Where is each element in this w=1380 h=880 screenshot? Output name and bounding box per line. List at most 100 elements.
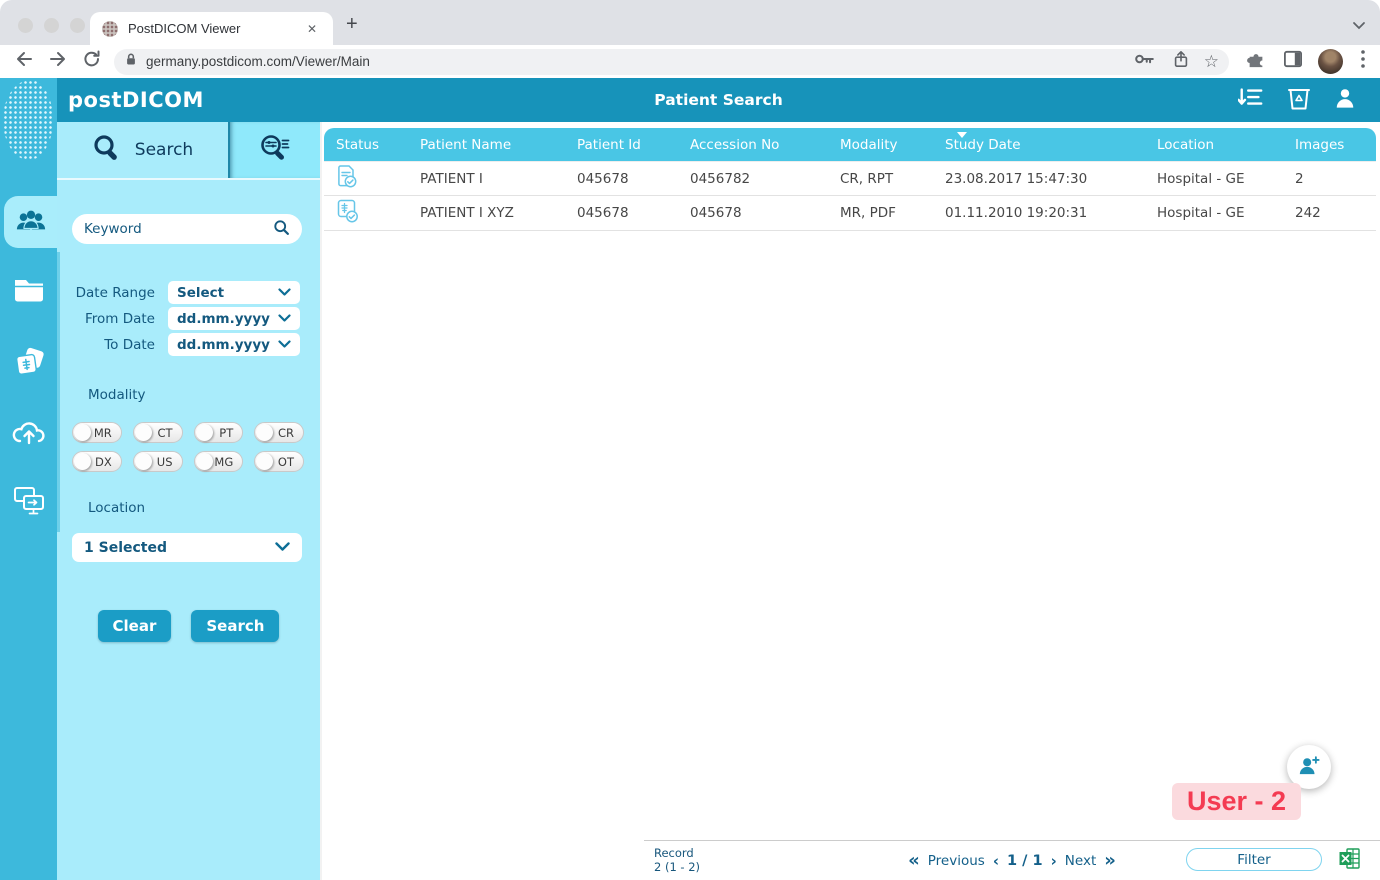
new-tab-button[interactable]: +	[346, 14, 358, 34]
brand-brain-logo	[3, 80, 53, 160]
account-person-icon[interactable]	[1334, 86, 1356, 114]
to-date-select[interactable]: dd.mm.yyyy	[168, 333, 300, 356]
to-date-label: To Date	[57, 337, 155, 353]
modality-toggle-mr[interactable]: MR	[72, 422, 122, 443]
page-title: Patient Search	[57, 91, 1380, 109]
tab-basic-search-label: Search	[135, 140, 193, 160]
search-button[interactable]: Search	[191, 610, 279, 642]
tab-basic-search[interactable]: Search	[57, 122, 228, 178]
from-date-select[interactable]: dd.mm.yyyy	[168, 307, 300, 330]
profile-avatar[interactable]	[1318, 49, 1343, 74]
column-modality[interactable]: Modality	[828, 137, 933, 153]
patients-group-icon	[15, 208, 47, 236]
modality-toggle-ot[interactable]: OT	[254, 451, 304, 472]
cell-images: 242	[1283, 205, 1376, 221]
modality-toggle-cr[interactable]: CR	[254, 422, 304, 443]
cell-patient-name: PATIENT I	[408, 171, 565, 187]
column-status[interactable]: Status	[324, 137, 408, 153]
tab-search-chevron-icon[interactable]	[1352, 18, 1366, 36]
report-status-icon	[336, 164, 358, 194]
address-bar[interactable]: germany.postdicom.com/Viewer/Main ☆	[114, 49, 1229, 75]
table-row[interactable]: PATIENT I 045678 0456782 CR, RPT 23.08.2…	[324, 161, 1376, 196]
keyword-search-box[interactable]	[72, 214, 302, 244]
refresh-icon[interactable]	[82, 49, 102, 74]
forward-icon[interactable]	[48, 49, 68, 74]
date-range-row: Date Range Select	[57, 281, 300, 304]
table-row[interactable]: PATIENT I XYZ 045678 045678 MR, PDF 01.1…	[324, 196, 1376, 231]
cell-study-date: 23.08.2017 15:47:30	[933, 171, 1145, 187]
column-images[interactable]: Images	[1283, 137, 1376, 153]
chevron-down-icon	[278, 337, 291, 353]
modality-toggle-label: DX	[95, 455, 112, 469]
bookmark-star-icon[interactable]: ☆	[1204, 52, 1219, 72]
side-panel-icon[interactable]	[1283, 50, 1303, 73]
modality-toggle-ct[interactable]: CT	[133, 422, 183, 443]
location-select[interactable]: 1 Selected	[72, 533, 302, 562]
url-text[interactable]: germany.postdicom.com/Viewer/Main	[146, 54, 1118, 69]
zoom-window-button[interactable]	[70, 18, 85, 33]
back-icon[interactable]	[14, 49, 34, 74]
password-key-icon[interactable]	[1134, 50, 1156, 73]
last-page-icon[interactable]: »	[1104, 852, 1116, 870]
keyword-search-icon[interactable]	[273, 219, 290, 240]
app-header: postDICOM Patient Search	[57, 78, 1380, 122]
prev-page-icon[interactable]: ‹	[993, 854, 999, 869]
toggle-knob	[256, 453, 273, 470]
tab-advanced-search[interactable]	[228, 122, 320, 178]
cell-accession-no: 0456782	[678, 171, 828, 187]
excel-export-icon[interactable]	[1339, 848, 1360, 873]
cloud-upload-icon	[11, 417, 47, 449]
toggle-knob	[74, 424, 91, 441]
toggle-knob	[135, 424, 152, 441]
tab-title: PostDICOM Viewer	[128, 21, 303, 36]
sidebar-item-transfer[interactable]	[0, 477, 57, 529]
browser-menu-icon[interactable]	[1360, 49, 1366, 74]
previous-page-button[interactable]: Previous	[928, 853, 985, 869]
cell-accession-no: 045678	[678, 205, 828, 221]
date-range-select[interactable]: Select	[168, 281, 300, 304]
sidebar-item-patients[interactable]	[4, 196, 57, 248]
sort-order-icon[interactable]	[1238, 87, 1264, 113]
trash-recycle-icon[interactable]	[1288, 86, 1310, 114]
cell-images: 2	[1283, 171, 1376, 187]
extensions-puzzle-icon[interactable]	[1246, 49, 1266, 74]
modality-toggle-label: MG	[214, 455, 233, 469]
table-body: PATIENT I 045678 0456782 CR, RPT 23.08.2…	[324, 161, 1376, 231]
first-page-icon[interactable]: «	[908, 852, 920, 870]
cell-modality: MR, PDF	[828, 205, 933, 221]
modality-toggle-pt[interactable]: PT	[194, 422, 244, 443]
modality-toggle-dx[interactable]: DX	[72, 451, 122, 472]
date-range-label: Date Range	[57, 285, 155, 301]
sidebar-item-folders[interactable]	[0, 266, 57, 318]
column-accession-no[interactable]: Accession No	[678, 137, 828, 153]
column-study-date[interactable]: Study Date	[933, 137, 1145, 153]
minimize-window-button[interactable]	[44, 18, 59, 33]
browser-toolbar: germany.postdicom.com/Viewer/Main ☆	[0, 45, 1380, 78]
modality-toggle-mg[interactable]: MG	[194, 451, 244, 472]
tab-close-icon[interactable]: ✕	[303, 20, 321, 38]
sort-indicator-icon	[957, 132, 967, 138]
filter-button[interactable]: Filter	[1186, 848, 1322, 871]
next-page-icon[interactable]: ›	[1051, 854, 1057, 869]
toggle-knob	[74, 453, 91, 470]
modality-label: Modality	[88, 387, 320, 403]
close-window-button[interactable]	[18, 18, 33, 33]
sidebar-item-upload[interactable]	[0, 407, 57, 459]
folder-icon	[13, 277, 45, 307]
traffic-lights[interactable]	[18, 18, 85, 33]
from-date-row: From Date dd.mm.yyyy	[57, 307, 300, 330]
panel-scrollbar[interactable]	[57, 252, 60, 532]
next-page-button[interactable]: Next	[1065, 853, 1096, 869]
keyword-input[interactable]	[84, 221, 273, 237]
chevron-down-icon	[278, 311, 291, 327]
sidebar-item-studies[interactable]	[0, 337, 57, 389]
browser-tab[interactable]: PostDICOM Viewer ✕	[90, 12, 333, 45]
column-location[interactable]: Location	[1145, 137, 1283, 153]
share-icon[interactable]	[1172, 49, 1190, 74]
clear-button[interactable]: Clear	[98, 610, 172, 642]
modality-toggle-us[interactable]: US	[133, 451, 183, 472]
column-patient-name[interactable]: Patient Name	[408, 137, 565, 153]
column-patient-id[interactable]: Patient Id	[565, 137, 678, 153]
chevron-down-icon	[275, 540, 290, 556]
search-panel: Search Date Range Select	[57, 122, 320, 880]
